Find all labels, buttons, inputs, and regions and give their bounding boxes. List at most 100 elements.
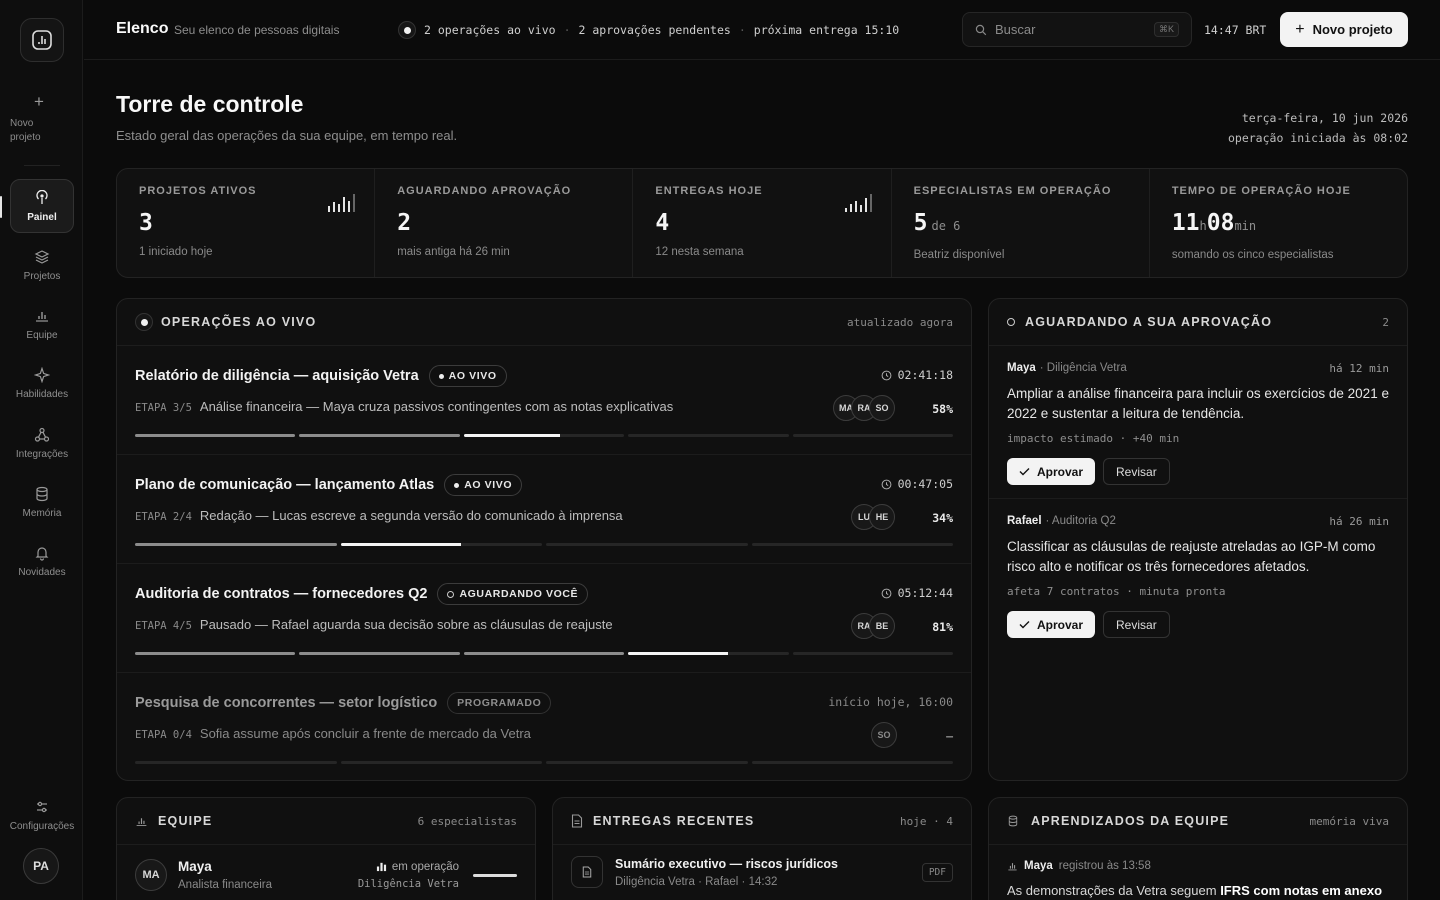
sparkline-icon [844, 194, 872, 212]
layers-icon [34, 249, 50, 264]
sparkline-bar [328, 206, 331, 212]
operation-progress [135, 434, 954, 437]
avatar: MA [135, 859, 167, 891]
stat-label: ENTREGAS HOJE [655, 185, 763, 197]
review-button[interactable]: Revisar [1103, 611, 1170, 638]
sidebar-item-integracoes[interactable]: Integrações [10, 416, 74, 470]
sparkline-bar [338, 204, 341, 212]
activity-bar [473, 873, 517, 877]
sparkline-bar [343, 197, 346, 212]
panel-title: APRENDIZADOS DA EQUIPE [1031, 814, 1230, 828]
progress-segment [546, 543, 748, 546]
operation-time: 05:12:44 [897, 586, 953, 600]
operation-row[interactable]: Pesquisa de concorrentes — setor logísti… [117, 673, 971, 780]
operation-avatars: LU HE [851, 504, 895, 530]
nodes-icon [34, 427, 50, 442]
operation-timer: início hoje, 16:00 [828, 695, 953, 709]
sidebar-item-label: Habilidades [15, 388, 69, 400]
progress-segment [463, 434, 625, 437]
search-input[interactable]: Buscar ⌘K [962, 12, 1192, 47]
avatar[interactable]: BE [869, 613, 895, 639]
sidebar-item-configuracoes[interactable]: Configurações [2, 788, 82, 842]
page-title: Torre de controle [116, 91, 304, 117]
page-subtitle: Estado geral das operações da sua equipe… [116, 128, 458, 143]
operation-row[interactable]: Auditoria de contratos — fornecedores Q2… [117, 564, 971, 673]
learnings-panel: APRENDIZADOS DA EQUIPE memória viva Maya… [988, 797, 1408, 900]
learning-text-b: IFRS com notas em anexo [1220, 883, 1383, 898]
operation-row[interactable]: Relatório de diligência — aquisição Vetr… [117, 346, 971, 455]
approve-button[interactable]: Aprovar [1007, 611, 1096, 638]
approval-author-name: Maya [1007, 362, 1036, 374]
sidebar-item-painel[interactable]: Painel [10, 179, 74, 233]
operation-avatars: MA RA SO [833, 395, 895, 421]
operation-title: Plano de comunicação — lançamento Atlas A… [135, 474, 523, 496]
clock-icon [881, 588, 892, 598]
status-badge-label: AO VIVO [464, 479, 513, 491]
stat-hours: 11 [1171, 210, 1200, 236]
delivery-row[interactable]: Sumário executivo — riscos jurídicos Dil… [553, 844, 971, 900]
check-icon [1019, 621, 1030, 629]
approval-impact: afeta 7 contratos · minuta pronta [1007, 585, 1226, 598]
avatar[interactable]: HE [869, 504, 895, 530]
stat-awaiting-approval[interactable]: AGUARDANDO APROVAÇÃO 2 mais antiga há 26… [375, 169, 634, 277]
sidebar-item-memoria[interactable]: Memória [10, 475, 74, 529]
stat-active-projects[interactable]: PROJETOS ATIVOS 3 1 iniciado hoje [117, 169, 376, 277]
search-icon [975, 24, 987, 35]
team-member-project: Diligência Vetra [357, 877, 459, 890]
progress-segment [135, 652, 296, 655]
operation-percent: 58% [932, 402, 953, 416]
stat-value: 3 [139, 210, 153, 236]
ticker-separator: · [738, 23, 746, 37]
operation-row[interactable]: Plano de comunicação — lançamento Atlas A… [117, 455, 971, 564]
new-project-button[interactable]: + Novo projeto [1280, 12, 1408, 47]
ticker-next-delivery: próxima entrega 15:10 [753, 23, 900, 37]
approval-actions: Aprovar Revisar [1007, 611, 1170, 638]
approval-context: · Diligência Vetra [1039, 362, 1127, 374]
approvals-panel: AGUARDANDO A SUA APROVAÇÃO 2 Maya · Dilig… [988, 298, 1408, 781]
ring-icon [447, 590, 455, 598]
stat-operation-time[interactable]: TEMPO DE OPERAÇÃO HOJE 11h08min somando … [1150, 169, 1407, 277]
approval-author-name: Rafael [1007, 515, 1042, 527]
operation-progress [135, 761, 953, 764]
approval-card: Maya · Diligência Vetra há 12 min Ampliar… [989, 346, 1407, 499]
approve-button[interactable]: Aprovar [1007, 458, 1096, 485]
clock-icon [881, 370, 892, 380]
operation-name: Relatório de diligência — aquisição Vetr… [135, 368, 419, 384]
operation-progress [135, 543, 953, 546]
sidebar-new-project-button[interactable]: + Novo projeto [10, 92, 74, 146]
approval-age: há 26 min [1329, 515, 1389, 528]
plus-icon: + [1295, 20, 1305, 38]
sidebar-item-label: Projetos [23, 270, 61, 282]
avatar[interactable]: SO [869, 395, 895, 421]
stat-value: 4 [655, 210, 670, 236]
sidebar-item-equipe[interactable]: Equipe [10, 297, 74, 351]
database-icon [36, 486, 48, 501]
operation-name: Auditoria de contratos — fornecedores Q2 [135, 586, 428, 602]
sidebar-item-projetos[interactable]: Projetos [10, 238, 74, 292]
panel-updated: atualizado agora [847, 315, 953, 329]
live-dot-icon [438, 373, 444, 379]
operation-progress [135, 652, 954, 655]
operation-title: Relatório de diligência — aquisição Vetr… [135, 365, 507, 387]
app-logo[interactable] [20, 18, 64, 62]
user-avatar[interactable]: PA [23, 848, 59, 884]
approval-text: Classificar as cláusulas de reajuste atr… [1007, 539, 1376, 574]
stat-value: 11h08min [1172, 210, 1385, 239]
review-button[interactable]: Revisar [1103, 458, 1170, 485]
active-indicator [0, 196, 2, 218]
stat-hours-unit: h [1199, 219, 1207, 233]
brand-name: Elenco [116, 20, 169, 37]
ticker-pending: 2 aprovações pendentes [578, 23, 731, 37]
avatar[interactable]: SO [871, 722, 897, 748]
progress-segment [751, 543, 953, 546]
stat-deliveries-today[interactable]: ENTREGAS HOJE 4 12 nesta semana [633, 169, 892, 277]
approval-text: Ampliar a análise financeira para inclui… [1007, 386, 1389, 421]
stat-specialists[interactable]: ESPECIALISTAS EM OPERAÇÃO 5 de 6 Beatriz … [892, 169, 1150, 277]
sidebar-item-label: Configurações [9, 820, 75, 832]
approval-context: · Auditoria Q2 [1045, 515, 1116, 527]
sidebar-item-novidades[interactable]: Novidades [10, 534, 74, 588]
team-member-row[interactable]: MA Maya Analista financeira em operação … [117, 845, 535, 900]
operation-timer: 02:41:18 [881, 368, 953, 382]
team-member-info: Maya Analista financeira [178, 859, 272, 891]
sidebar-item-habilidades[interactable]: Habilidades [10, 356, 74, 410]
